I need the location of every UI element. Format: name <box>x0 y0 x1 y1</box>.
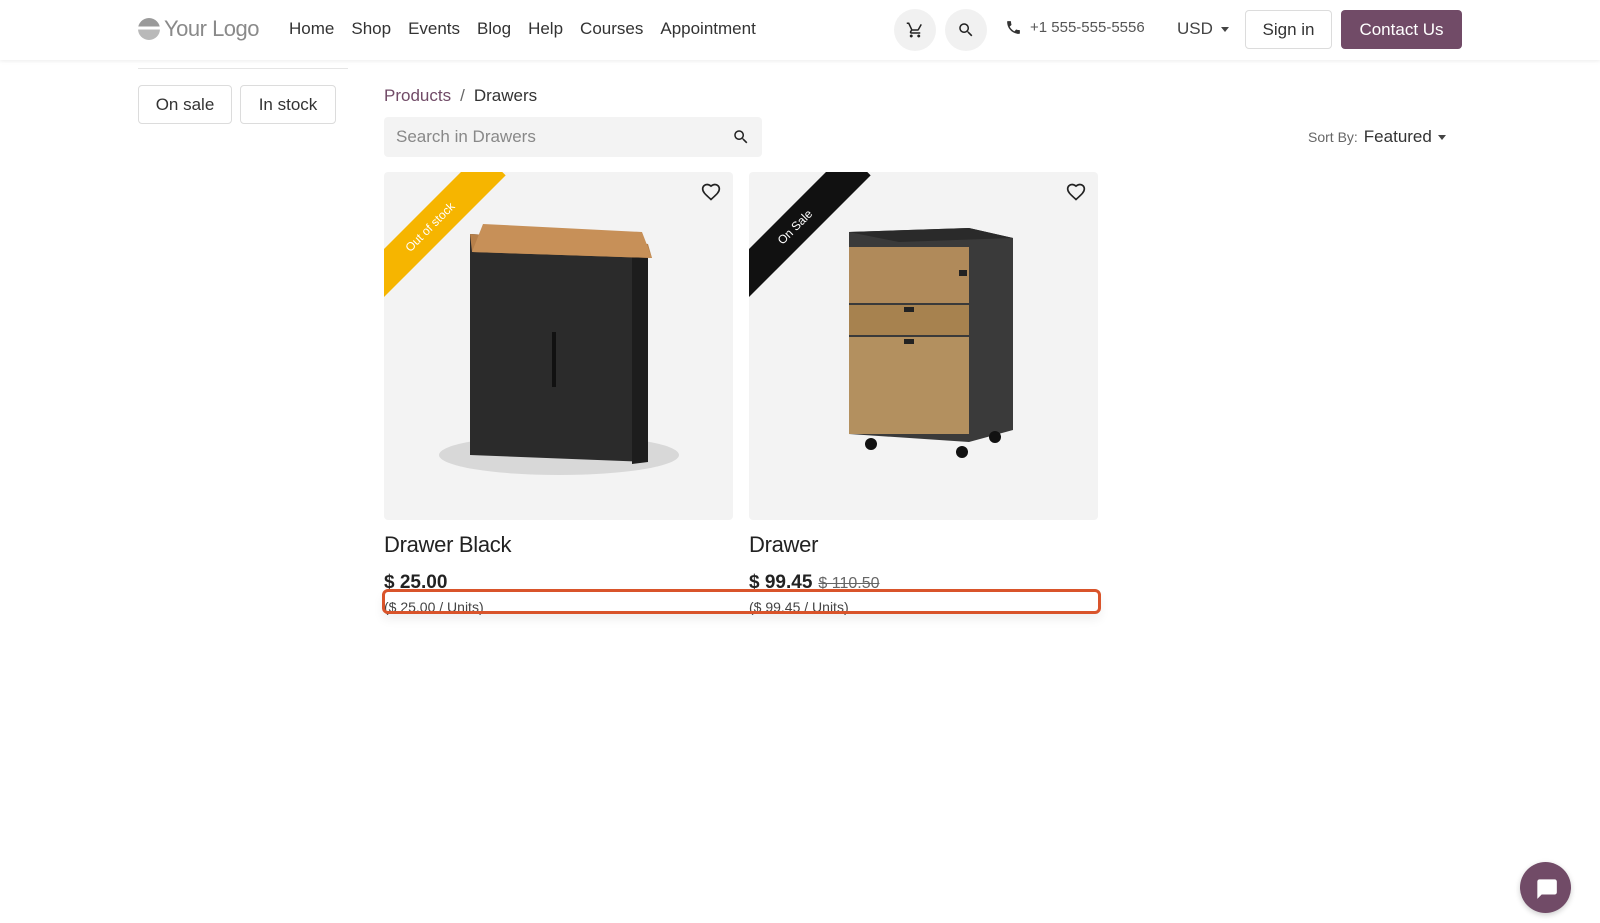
nav-events[interactable]: Events <box>408 19 460 39</box>
product-search <box>384 117 762 157</box>
search-icon <box>959 23 973 37</box>
logo-mark-icon <box>138 18 160 40</box>
drawer-wood-image <box>849 228 1013 458</box>
breadcrumb: Products / Drawers <box>384 86 537 106</box>
search-input[interactable] <box>396 127 732 147</box>
chat-icon <box>1536 878 1557 899</box>
logo-text: Your Logo <box>164 16 260 41</box>
product-price: $ 25.00 <box>384 572 448 593</box>
cart-icon <box>906 22 922 38</box>
main-nav: Home Shop Events Blog Help Courses Appoi… <box>289 19 756 39</box>
nav-appointment[interactable]: Appointment <box>660 19 755 39</box>
unit-price: ($ 25.00 / Units) <box>384 599 484 615</box>
search-button[interactable] <box>945 9 987 51</box>
site-header: Your Logo Home Shop Events Blog Help Cou… <box>0 0 1600 60</box>
nav-courses[interactable]: Courses <box>580 19 643 39</box>
nav-help[interactable]: Help <box>528 19 563 39</box>
sidebar-divider <box>138 68 348 69</box>
price-row: $ 25.00 <box>384 572 733 594</box>
filter-on-sale-button[interactable]: On sale <box>138 85 232 124</box>
site-logo[interactable]: Your Logo <box>138 16 260 42</box>
nav-home[interactable]: Home <box>289 19 334 39</box>
sort-dropdown[interactable]: Sort By: Featured <box>1308 127 1446 147</box>
phone-icon <box>1007 21 1020 34</box>
product-card[interactable]: Out of stock Drawer Black $ 25.00 ($ 25.… <box>384 172 733 615</box>
product-title[interactable]: Drawer <box>749 532 1098 558</box>
phone-number: +1 555-555-5556 <box>1030 19 1145 36</box>
breadcrumb-separator: / <box>460 86 465 105</box>
cart-button[interactable] <box>894 9 936 51</box>
filter-in-stock-button[interactable]: In stock <box>240 85 336 124</box>
unit-price: ($ 99.45 / Units) <box>749 599 849 615</box>
price-row: $ 99.45 $ 110.50 <box>749 572 1098 594</box>
currency-select[interactable]: USD <box>1177 19 1229 39</box>
phone-link[interactable]: +1 555-555-5556 <box>1005 19 1145 36</box>
product-title[interactable]: Drawer Black <box>384 532 733 558</box>
chevron-down-icon <box>1437 134 1446 140</box>
live-chat-button[interactable] <box>1520 862 1571 913</box>
currency-value: USD <box>1177 19 1213 38</box>
contact-us-button[interactable]: Contact Us <box>1341 10 1462 49</box>
sign-in-button[interactable]: Sign in <box>1245 10 1332 49</box>
nav-blog[interactable]: Blog <box>477 19 511 39</box>
product-image[interactable]: Out of stock <box>384 172 733 520</box>
product-card[interactable]: On Sale Drawer $ 99.45 $ 110.50 ($ 99.45… <box>749 172 1098 615</box>
chevron-down-icon <box>1220 26 1229 32</box>
product-price: $ 99.45 <box>749 572 813 593</box>
sort-label: Sort By: <box>1308 129 1358 145</box>
product-old-price: $ 110.50 <box>818 575 880 592</box>
sort-value: Featured <box>1363 127 1432 146</box>
drawer-black-image <box>439 224 679 475</box>
nav-shop[interactable]: Shop <box>351 19 391 39</box>
search-icon[interactable] <box>732 128 750 146</box>
breadcrumb-products-link[interactable]: Products <box>384 86 451 106</box>
breadcrumb-current: Drawers <box>473 86 538 105</box>
product-image[interactable]: On Sale <box>749 172 1098 520</box>
